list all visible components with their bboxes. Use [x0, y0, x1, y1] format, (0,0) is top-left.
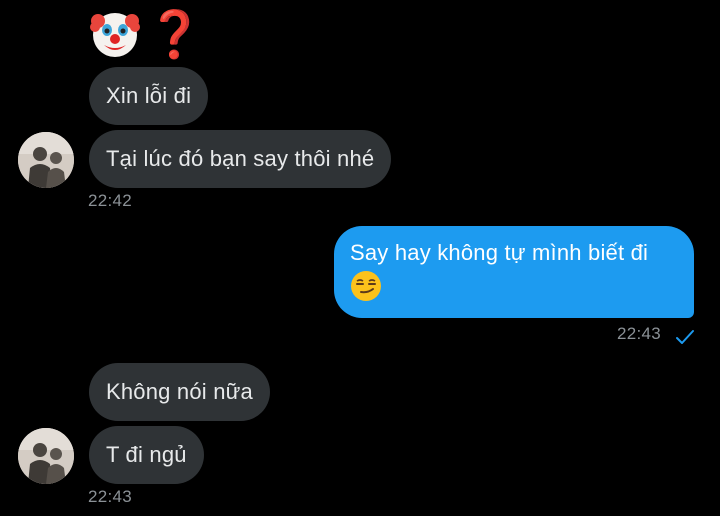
- message-timestamp: 22:42: [88, 191, 133, 210]
- incoming-message-bubble[interactable]: Không nói nữa: [89, 363, 270, 421]
- clown-face-icon: [90, 13, 140, 57]
- sent-check-icon: [676, 330, 694, 344]
- avatar[interactable]: [18, 132, 74, 188]
- incoming-message-bubble[interactable]: Tại lúc đó bạn say thôi nhé: [89, 130, 392, 188]
- avatar[interactable]: [18, 428, 74, 484]
- incoming-message-bubble[interactable]: T đi ngủ: [89, 426, 204, 484]
- incoming-message-bubble[interactable]: Xin lỗi đi: [89, 67, 209, 125]
- smirking-face-icon: [351, 271, 381, 301]
- message-timestamp: 22:43: [617, 324, 662, 343]
- question-mark-icon: ❓: [146, 7, 204, 61]
- outgoing-message-text: Say hay không tự mình biết đi: [350, 240, 649, 265]
- reaction-emoji-row: ❓: [90, 8, 203, 60]
- outgoing-message-bubble[interactable]: Say hay không tự mình biết đi: [334, 226, 694, 318]
- avatar-image: [18, 132, 74, 188]
- avatar-image: [18, 428, 74, 484]
- message-timestamp: 22:43: [88, 487, 133, 506]
